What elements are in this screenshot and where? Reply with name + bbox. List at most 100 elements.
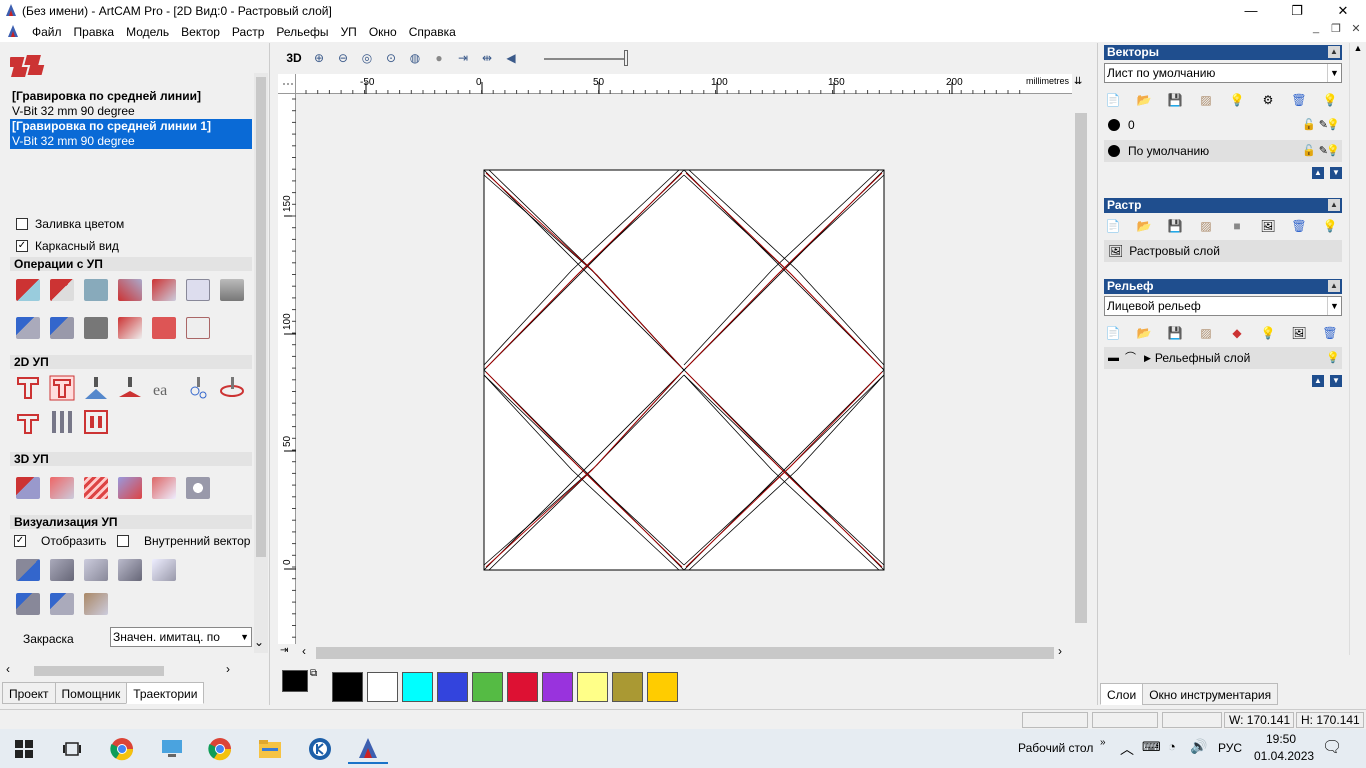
move-layer-up-icon[interactable]: ▲ bbox=[1312, 375, 1324, 387]
layer-light-icon[interactable]: 💡 bbox=[1257, 323, 1279, 343]
layer-settings-icon[interactable]: ⚙ bbox=[1257, 90, 1279, 110]
vector-layer-default[interactable]: По умолчанию 🔓 ✎ 💡 bbox=[1104, 140, 1342, 162]
scroll-right-icon[interactable]: › bbox=[226, 662, 230, 676]
maximize-button[interactable]: ❐ bbox=[1274, 0, 1320, 22]
vector-layer-0[interactable]: 0 🔓 ✎ 💡 bbox=[1104, 114, 1342, 136]
inner-vector-checkbox[interactable] bbox=[117, 535, 129, 547]
calculate-all-icon[interactable] bbox=[48, 277, 76, 303]
contrast-slider[interactable] bbox=[544, 58, 624, 60]
artcam-taskbar-icon[interactable] bbox=[348, 734, 388, 764]
toolpath-name[interactable]: [Гравировка по средней линии] bbox=[10, 89, 252, 104]
chrome-icon-2[interactable] bbox=[200, 734, 240, 764]
menu-toolpaths[interactable]: УП bbox=[335, 22, 363, 42]
canvas-vscroll-thumb[interactable] bbox=[1075, 113, 1087, 623]
simulation-to-relief-icon[interactable] bbox=[82, 591, 110, 617]
tool-database-icon[interactable] bbox=[82, 277, 110, 303]
section-toolpath-visualization[interactable]: Визуализация УП bbox=[10, 515, 252, 529]
relief-layers-icon[interactable]: ◆ bbox=[1226, 323, 1248, 343]
mdi-restore-button[interactable]: ❐ bbox=[1326, 22, 1346, 35]
app-menu-icon[interactable] bbox=[0, 24, 26, 41]
relief-section-header[interactable]: Рельеф ▲ bbox=[1104, 279, 1342, 294]
toolbar-chevron-icon[interactable]: » bbox=[1100, 737, 1106, 748]
new-layer-icon[interactable]: 📄 bbox=[1102, 216, 1124, 236]
profile-toolpath-icon[interactable] bbox=[14, 375, 42, 401]
open-folder-icon[interactable]: 📂 bbox=[1133, 323, 1155, 343]
raster-image-icon[interactable]: 🖼 bbox=[1257, 216, 1279, 236]
bulb-icon[interactable]: 💡 bbox=[1326, 347, 1340, 369]
chrome-icon[interactable] bbox=[102, 734, 142, 764]
tab-project[interactable]: Проект bbox=[2, 682, 56, 704]
windows-start-icon[interactable] bbox=[4, 734, 44, 764]
machine-relief-profile-icon[interactable] bbox=[14, 409, 42, 435]
area-clearance-icon[interactable] bbox=[48, 375, 76, 401]
collapse-icon[interactable]: ▲ bbox=[1328, 199, 1340, 211]
palette-swatch-9[interactable] bbox=[647, 672, 678, 702]
bevel-carving-icon[interactable] bbox=[218, 375, 246, 401]
canvas-hscroll-thumb[interactable] bbox=[316, 647, 1054, 659]
toolpath-simulation-preview-icon[interactable] bbox=[184, 315, 212, 341]
simulation-reset-icon[interactable] bbox=[116, 557, 144, 583]
menu-raster[interactable]: Растр bbox=[226, 22, 270, 42]
inlay-icon[interactable]: ea bbox=[150, 375, 178, 401]
palette-swatch-6[interactable] bbox=[542, 672, 573, 702]
move-layer-down-icon[interactable]: ▼ bbox=[1330, 167, 1342, 179]
relief-combine-icon[interactable]: ⌒ bbox=[1125, 347, 1136, 369]
calculate-toolpath-icon[interactable] bbox=[14, 277, 42, 303]
simulate-all-icon[interactable] bbox=[48, 557, 76, 583]
view-direction-icon[interactable]: ◀ bbox=[500, 47, 522, 69]
clock-time[interactable]: 19:50 bbox=[1266, 732, 1296, 746]
show-checkbox[interactable]: ✓ bbox=[14, 535, 26, 547]
menu-edit[interactable]: Правка bbox=[68, 22, 121, 42]
palette-swatch-5[interactable] bbox=[507, 672, 538, 702]
layer-texture-icon[interactable]: ▨ bbox=[1195, 90, 1217, 110]
menu-model[interactable]: Модель bbox=[120, 22, 175, 42]
save-simulation-relief-icon[interactable] bbox=[48, 591, 76, 617]
toolpath-report-icon[interactable] bbox=[184, 277, 212, 303]
simulation-material-icon[interactable] bbox=[150, 557, 178, 583]
scrollbar-thumb[interactable] bbox=[256, 77, 266, 557]
new-layer-icon[interactable]: 📄 bbox=[1102, 90, 1124, 110]
layers-panel-scrollbar[interactable]: ▲ bbox=[1349, 43, 1366, 655]
scroll-down-icon[interactable]: ⌄ bbox=[254, 635, 264, 649]
tab-toolbox[interactable]: Окно инструментария bbox=[1142, 683, 1279, 705]
raster-gray-icon[interactable]: ■ bbox=[1226, 216, 1248, 236]
palette-swatch-7[interactable] bbox=[577, 672, 608, 702]
lock-icon[interactable]: 🔓 bbox=[1302, 140, 1316, 162]
section-2d-toolpaths[interactable]: 2D УП bbox=[10, 355, 252, 369]
collapse-icon[interactable]: ▲ bbox=[1328, 46, 1340, 58]
toolpath-tool[interactable]: V-Bit 32 mm 90 degree bbox=[10, 104, 252, 119]
toolpath-name-selected[interactable]: [Гравировка по средней линии 1] bbox=[10, 119, 252, 134]
open-folder-icon[interactable]: 📂 bbox=[1133, 90, 1155, 110]
wireframe-option[interactable]: ✓ Каркасный вид bbox=[16, 239, 119, 253]
layer-light-icon[interactable]: 💡 bbox=[1226, 90, 1248, 110]
3d-finishing-icon[interactable] bbox=[82, 475, 110, 501]
relief-image-icon[interactable]: 🖼 bbox=[1288, 323, 1310, 343]
toolpath-inspect-icon[interactable] bbox=[184, 475, 212, 501]
menu-reliefs[interactable]: Рельефы bbox=[270, 22, 334, 42]
mdi-minimize-button[interactable]: _ bbox=[1306, 22, 1326, 35]
toggle-view-icon[interactable]: ⇹ bbox=[476, 47, 498, 69]
zoom-disabled-icon[interactable]: ● bbox=[428, 47, 450, 69]
this-pc-icon[interactable] bbox=[152, 734, 192, 764]
save-icon[interactable]: 💾 bbox=[1164, 90, 1186, 110]
toolpath-block-icon[interactable] bbox=[150, 315, 178, 341]
collapse-icon[interactable]: ▲ bbox=[1328, 280, 1340, 292]
move-layer-up-icon[interactable]: ▲ bbox=[1312, 167, 1324, 179]
rest-machining-icon[interactable] bbox=[116, 475, 144, 501]
close-button[interactable]: ✕ bbox=[1320, 0, 1366, 22]
fill-color-option[interactable]: Заливка цветом bbox=[16, 217, 124, 231]
minimize-button[interactable]: — bbox=[1228, 0, 1274, 22]
desktop-toolbar-label[interactable]: Рабочий стол bbox=[1018, 741, 1093, 755]
expand-arrow-icon[interactable]: ▶ bbox=[1144, 347, 1151, 369]
raster-section-header[interactable]: Растр ▲ bbox=[1104, 198, 1342, 213]
section-toolpath-operations[interactable]: Операции с УП bbox=[10, 257, 252, 271]
primary-color-swatch[interactable] bbox=[282, 670, 308, 692]
kompas-app-icon[interactable] bbox=[300, 734, 340, 764]
delete-layer-icon[interactable]: 🗑 bbox=[1288, 90, 1310, 110]
palette-swatch-3[interactable] bbox=[437, 672, 468, 702]
palette-swatch-0[interactable] bbox=[332, 672, 363, 702]
raster-layer[interactable]: 🖼 Растровый слой bbox=[1104, 240, 1342, 262]
notifications-icon[interactable]: 🗨 bbox=[1322, 737, 1342, 757]
simulate-toolpath-icon[interactable] bbox=[14, 557, 42, 583]
drilling-icon[interactable] bbox=[184, 375, 212, 401]
